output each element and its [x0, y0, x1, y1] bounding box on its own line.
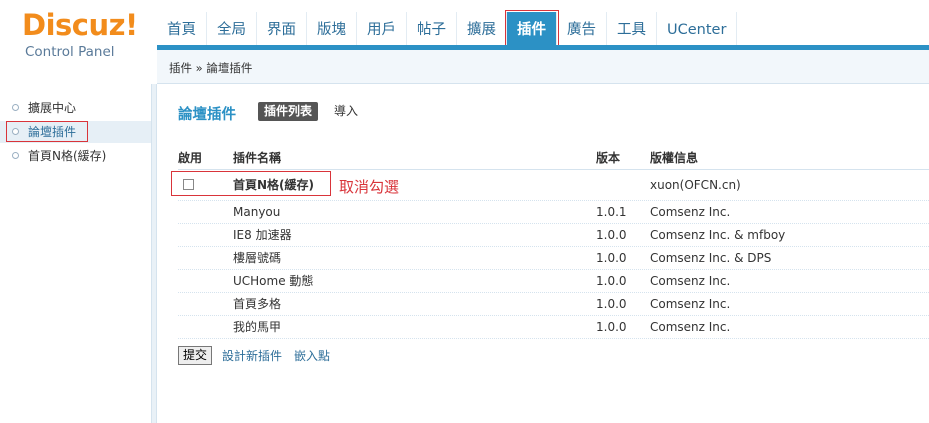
tab-plugin-list[interactable]: 插件列表	[258, 102, 319, 121]
plugin-name: 我的馬甲	[233, 320, 282, 334]
header-version: 版本	[596, 151, 621, 165]
sidebar-item-label: 首頁N格(緩存)	[28, 149, 107, 163]
nav-item-plugins[interactable]: 插件	[505, 10, 559, 50]
table-row: 樓層號碼 1.0.0 Comsenz Inc. & DPS	[178, 247, 929, 270]
bullet-icon	[12, 152, 19, 159]
plugin-copyright: Comsenz Inc. & DPS	[650, 251, 772, 265]
plugin-version: 1.0.0	[596, 297, 627, 311]
plugins-table: 啟用 插件名稱 版本 版權信息 首頁N格(緩存) 取消勾選 xuon(OFCN.…	[171, 147, 929, 339]
breadcrumb-bar: 插件 » 論壇插件	[157, 50, 929, 84]
plugin-name: 樓層號碼	[233, 251, 282, 265]
plugin-version: 1.0.0	[596, 251, 627, 265]
design-plugin-link[interactable]: 設計新插件	[222, 347, 282, 364]
plugin-copyright: Comsenz Inc.	[650, 320, 731, 334]
table-row: 首頁多格 1.0.0 Comsenz Inc.	[178, 293, 929, 316]
page-title: 論壇插件	[178, 107, 236, 123]
plugin-name: IE8 加速器	[233, 228, 292, 242]
nav-item-users[interactable]: 用戶	[357, 12, 407, 48]
plugin-copyright: Comsenz Inc.	[650, 205, 731, 219]
plugin-copyright: Comsenz Inc. & mfboy	[650, 228, 786, 242]
plugin-copyright: Comsenz Inc.	[650, 297, 731, 311]
tab-import[interactable]: 導入	[334, 102, 358, 121]
header-plugin-name: 插件名稱	[233, 151, 282, 165]
table-header: 啟用 插件名稱 版本 版權信息	[178, 147, 929, 170]
top-nav: 首頁 全局 界面 版塊 用戶 帖子 擴展 插件 廣告 工具 UCenter	[157, 10, 738, 50]
nav-item-interface[interactable]: 界面	[257, 12, 307, 48]
nav-item-posts[interactable]: 帖子	[407, 12, 457, 48]
plugin-name: Manyou	[233, 205, 281, 219]
sidebar-item-home-grid[interactable]: 首頁N格(緩存)	[0, 145, 151, 167]
nav-item-tools[interactable]: 工具	[607, 12, 657, 48]
annotation-uncheck: 取消勾選	[339, 178, 400, 196]
hook-points-link[interactable]: 嵌入點	[294, 347, 330, 364]
plugin-version: 1.0.0	[596, 320, 627, 334]
plugin-name: 首頁多格	[233, 297, 282, 311]
table-row: 首頁N格(緩存) 取消勾選 xuon(OFCN.cn)	[171, 170, 929, 201]
plugin-version: 1.0.0	[596, 228, 627, 242]
logo[interactable]: Discuz! Control Panel	[0, 0, 155, 84]
table-row: UCHome 動態 1.0.0 Comsenz Inc.	[178, 270, 929, 293]
sidebar-item-label: 擴展中心	[28, 101, 77, 115]
plugin-name-link[interactable]: 首頁N格(緩存)	[233, 170, 583, 200]
table-row: 我的馬甲 1.0.0 Comsenz Inc.	[178, 316, 929, 339]
enable-checkbox[interactable]	[183, 179, 194, 190]
header: Discuz! Control Panel 首頁 全局 界面 版塊 用戶 帖子 …	[0, 0, 929, 84]
plugin-version: 1.0.0	[596, 274, 627, 288]
header-enabled: 啟用	[178, 151, 203, 165]
nav-item-ucenter[interactable]: UCenter	[657, 12, 738, 48]
header-copyright: 版權信息	[650, 151, 699, 165]
table-row: Manyou 1.0.1 Comsenz Inc.	[178, 201, 929, 224]
breadcrumb: 插件 » 論壇插件	[169, 61, 253, 75]
nav-item-ads[interactable]: 廣告	[557, 12, 607, 48]
submit-button[interactable]: 提交	[178, 346, 213, 365]
nav-item-forums[interactable]: 版塊	[307, 12, 357, 48]
plugin-copyright: xuon(OFCN.cn)	[650, 178, 741, 192]
plugin-copyright: Comsenz Inc.	[650, 274, 731, 288]
nav-item-home[interactable]: 首頁	[157, 12, 207, 48]
bullet-icon	[12, 128, 19, 135]
nav-item-global[interactable]: 全局	[207, 12, 257, 48]
sidebar-item-extension-center[interactable]: 擴展中心	[0, 97, 151, 119]
sidebar: 擴展中心 論壇插件 首頁N格(緩存)	[0, 84, 151, 423]
bullet-icon	[12, 104, 19, 111]
plugin-version: 1.0.1	[596, 205, 627, 219]
sidebar-item-forum-plugins[interactable]: 論壇插件	[0, 121, 151, 143]
table-row: IE8 加速器 1.0.0 Comsenz Inc. & mfboy	[178, 224, 929, 247]
nav-item-extensions[interactable]: 擴展	[457, 12, 507, 48]
logo-brand: Discuz!	[22, 8, 138, 42]
plugin-version	[596, 170, 646, 200]
main-content: 論壇插件 插件列表 導入 啟用 插件名稱 版本 版權信息 首頁N格(緩存) 取消…	[157, 84, 929, 423]
logo-subtitle: Control Panel	[25, 44, 115, 60]
plugin-name: UCHome 動態	[233, 274, 314, 288]
